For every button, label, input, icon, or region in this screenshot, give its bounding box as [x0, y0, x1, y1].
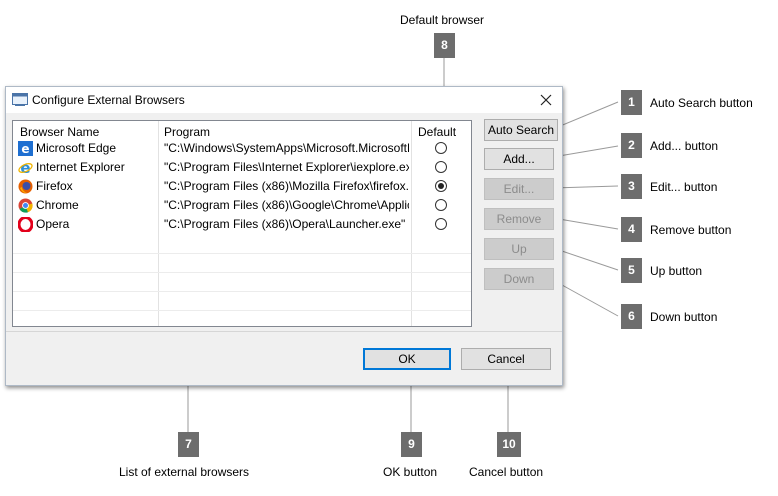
callout-marker-8: 8	[434, 33, 455, 58]
callout-label-1: Auto Search button	[650, 96, 753, 110]
callout-marker-2: 2	[621, 133, 642, 158]
callout-label-6: Down button	[650, 310, 718, 324]
table-row[interactable]: Firefox "C:\Program Files (x86)\Mozilla …	[13, 177, 471, 196]
callout-label-3: Edit... button	[650, 180, 718, 194]
callout-marker-3: 3	[621, 174, 642, 199]
callout-marker-5: 5	[621, 258, 642, 283]
browser-name: Firefox	[36, 179, 73, 193]
callout-label-2: Add... button	[650, 139, 719, 153]
browser-name: Chrome	[36, 198, 79, 212]
browser-program-path: "C:\Program Files\Internet Explorer\iexp…	[164, 160, 409, 174]
browser-name: Opera	[36, 217, 70, 231]
callout-label-9: OK button	[383, 465, 438, 479]
callout-label-4: Remove button	[650, 223, 732, 237]
browser-program-path: "C:\Program Files (x86)\Opera\Launcher.e…	[164, 217, 406, 231]
opera-icon	[18, 217, 33, 232]
default-radio[interactable]	[435, 218, 447, 230]
window-icon	[12, 93, 28, 106]
firefox-icon	[18, 179, 33, 194]
callout-label-8: Default browser	[400, 13, 485, 27]
cancel-button[interactable]: Cancel	[461, 348, 551, 370]
callout-label-5: Up button	[650, 264, 703, 278]
empty-row-line	[13, 310, 471, 311]
browser-program-path: "C:\Program Files (x86)\Google\Chrome\Ap…	[164, 198, 409, 212]
browser-name: Microsoft Edge	[36, 141, 117, 155]
ok-button[interactable]: OK	[363, 348, 451, 370]
column-header-default[interactable]: Default	[418, 125, 456, 139]
chrome-icon	[18, 198, 33, 213]
callout-marker-1: 1	[621, 90, 642, 115]
add-button[interactable]: Add...	[484, 148, 554, 170]
column-header-program[interactable]: Program	[164, 125, 210, 139]
callout-marker-7: 7	[178, 432, 199, 457]
table-row[interactable]: e Internet Explorer "C:\Program Files\In…	[13, 158, 471, 177]
title-bar: Configure External Browsers	[6, 87, 562, 113]
edit-button[interactable]: Edit...	[484, 178, 554, 200]
browser-name: Internet Explorer	[36, 160, 125, 174]
close-icon[interactable]	[538, 92, 554, 108]
table-row[interactable]: Opera "C:\Program Files (x86)\Opera\Laun…	[13, 215, 471, 234]
column-header-browser-name[interactable]: Browser Name	[20, 125, 99, 139]
auto-search-button[interactable]: Auto Search	[484, 119, 558, 141]
up-button[interactable]: Up	[484, 238, 554, 260]
browser-list[interactable]: Browser Name Program Default e Microsoft…	[12, 120, 472, 327]
callout-marker-9: 9	[401, 432, 422, 457]
default-radio[interactable]	[435, 161, 447, 173]
edge-icon: e	[18, 141, 33, 156]
default-radio-selected[interactable]	[435, 180, 447, 192]
empty-row-line	[13, 272, 471, 273]
callout-marker-6: 6	[621, 304, 642, 329]
table-row[interactable]: Chrome "C:\Program Files (x86)\Google\Ch…	[13, 196, 471, 215]
down-button[interactable]: Down	[484, 268, 554, 290]
table-row[interactable]: e Microsoft Edge "C:\Windows\SystemApps\…	[13, 139, 471, 158]
browser-program-path: "C:\Program Files (x86)\Mozilla Firefox\…	[164, 179, 409, 193]
remove-button[interactable]: Remove	[484, 208, 554, 230]
default-radio[interactable]	[435, 199, 447, 211]
callout-marker-10: 10	[497, 432, 521, 457]
dialog-title: Configure External Browsers	[32, 93, 185, 107]
svg-text:e: e	[21, 142, 29, 156]
callout-marker-4: 4	[621, 217, 642, 242]
ie-icon: e	[18, 160, 33, 175]
configure-browsers-dialog: Configure External Browsers Browser Name…	[5, 86, 563, 386]
callout-label-10: Cancel button	[469, 465, 544, 479]
callout-label-7: List of external browsers	[119, 465, 250, 479]
footer-separator	[6, 331, 562, 332]
empty-row-line	[13, 291, 471, 292]
empty-row-line	[13, 253, 471, 254]
browser-program-path: "C:\Windows\SystemApps\Microsoft.Microso…	[164, 141, 409, 155]
default-radio[interactable]	[435, 142, 447, 154]
